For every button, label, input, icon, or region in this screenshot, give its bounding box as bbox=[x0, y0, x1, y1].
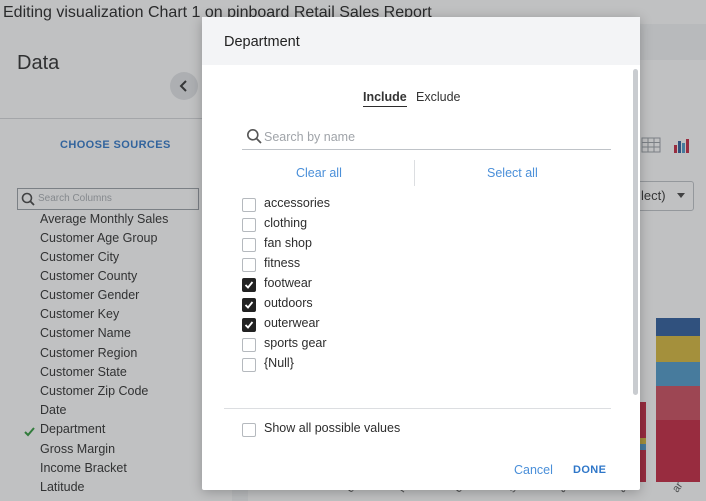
option-label: clothing bbox=[264, 216, 308, 230]
option-label: fitness bbox=[264, 256, 301, 270]
footer-divider bbox=[224, 408, 611, 409]
option-checkbox[interactable] bbox=[242, 278, 256, 292]
scrollbar[interactable] bbox=[633, 69, 638, 395]
option-checkbox[interactable] bbox=[242, 218, 256, 232]
action-divider bbox=[414, 160, 415, 186]
select-all-button[interactable]: Select all bbox=[487, 166, 538, 180]
value-search-box[interactable] bbox=[242, 125, 611, 150]
option-label: {Null} bbox=[264, 356, 294, 370]
tab-exclude[interactable]: Exclude bbox=[416, 90, 460, 104]
show-all-checkbox[interactable] bbox=[242, 423, 256, 437]
option-label: outdoors bbox=[264, 296, 313, 310]
show-all-label: Show all possible values bbox=[264, 421, 401, 435]
option-label: fan shop bbox=[264, 236, 312, 250]
option-label: sports gear bbox=[264, 336, 327, 350]
option-checkbox[interactable] bbox=[242, 238, 256, 252]
option-checkbox[interactable] bbox=[242, 198, 256, 212]
option-label: footwear bbox=[264, 276, 312, 290]
option-checkbox[interactable] bbox=[242, 338, 256, 352]
clear-all-button[interactable]: Clear all bbox=[296, 166, 342, 180]
option-checkbox[interactable] bbox=[242, 318, 256, 332]
tab-include[interactable]: Include bbox=[363, 90, 407, 107]
value-search-input[interactable] bbox=[264, 128, 594, 146]
done-button[interactable]: DONE bbox=[573, 464, 606, 476]
option-checkbox[interactable] bbox=[242, 298, 256, 312]
dialog-header: Department bbox=[202, 17, 640, 65]
department-filter-dialog: Department Include Exclude Clear all Sel… bbox=[202, 17, 640, 490]
option-label: accessories bbox=[264, 196, 330, 210]
option-checkbox[interactable] bbox=[242, 258, 256, 272]
option-checkbox[interactable] bbox=[242, 358, 256, 372]
cancel-button[interactable]: Cancel bbox=[514, 463, 553, 477]
dialog-title: Department bbox=[224, 34, 300, 50]
option-label: outerwear bbox=[264, 316, 320, 330]
